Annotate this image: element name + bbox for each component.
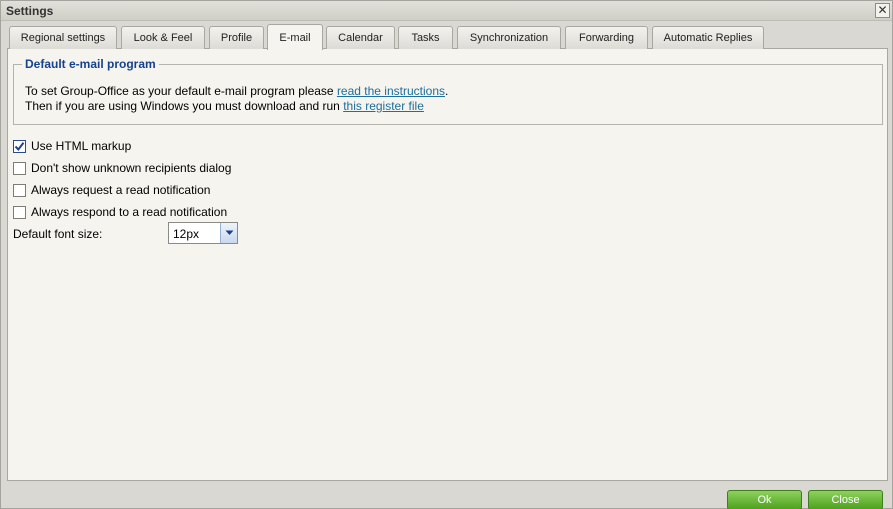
register-file-line: Then if you are using Windows you must d… [25, 99, 424, 113]
tab-calendar[interactable]: Calendar [326, 26, 395, 49]
default-font-size-select[interactable]: 12px [168, 222, 238, 244]
tab-look-and-feel[interactable]: Look & Feel [121, 26, 205, 49]
tab-tasks[interactable]: Tasks [398, 26, 453, 49]
font-size-value: 12px [173, 227, 200, 241]
read-instructions-link[interactable]: read the instructions [337, 84, 445, 98]
checkmark-icon [14, 141, 25, 151]
option-request-read-notification: Always request a read notification [13, 182, 210, 198]
option-unknown-recipients: Don't show unknown recipients dialog [13, 160, 231, 176]
respond-read-notification-checkbox[interactable] [13, 205, 26, 219]
ok-button[interactable]: Ok [727, 490, 802, 509]
settings-dialog: Settings ✕ Regional settings Look & Feel… [0, 0, 893, 509]
option-use-html-markup: Use HTML markup [13, 138, 131, 154]
instructions-suffix: . [445, 84, 449, 98]
tab-automatic-replies[interactable]: Automatic Replies [652, 26, 764, 49]
request-read-notification-checkbox[interactable] [13, 183, 26, 197]
use-html-markup-checkbox[interactable] [13, 139, 26, 153]
register-file-text: Then if you are using Windows you must d… [25, 99, 344, 113]
option-label: Always request a read notification [31, 183, 211, 197]
tab-forwarding[interactable]: Forwarding [565, 26, 648, 49]
default-font-size-label: Default font size: [13, 227, 103, 241]
option-label: Always respond to a read notification [31, 205, 228, 219]
dialog-title: Settings [6, 4, 54, 18]
option-label: Use HTML markup [31, 139, 132, 153]
option-label: Don't show unknown recipients dialog [31, 161, 232, 175]
unknown-recipients-checkbox[interactable] [13, 161, 26, 175]
tab-regional-settings[interactable]: Regional settings [9, 26, 117, 49]
settings-tabbar: Regional settings Look & Feel Profile E-… [7, 23, 888, 50]
tab-e-mail[interactable]: E-mail [267, 24, 323, 50]
email-settings-panel: Default e-mail program To set Group-Offi… [7, 49, 888, 481]
option-respond-read-notification: Always respond to a read notification [13, 204, 227, 220]
instructions-text: To set Group-Office as your default e-ma… [25, 84, 337, 98]
tab-profile[interactable]: Profile [209, 26, 264, 49]
close-icon[interactable]: ✕ [875, 3, 890, 18]
close-button[interactable]: Close [808, 490, 883, 509]
fieldset-legend: Default e-mail program [22, 57, 159, 71]
register-file-link[interactable]: this register file [343, 99, 424, 113]
default-email-program-fieldset: Default e-mail program To set Group-Offi… [13, 57, 883, 125]
instructions-line: To set Group-Office as your default e-ma… [25, 84, 448, 98]
dialog-titlebar: Settings ✕ [1, 1, 892, 21]
chevron-down-icon[interactable] [220, 223, 237, 243]
tab-synchronization[interactable]: Synchronization [457, 26, 561, 49]
